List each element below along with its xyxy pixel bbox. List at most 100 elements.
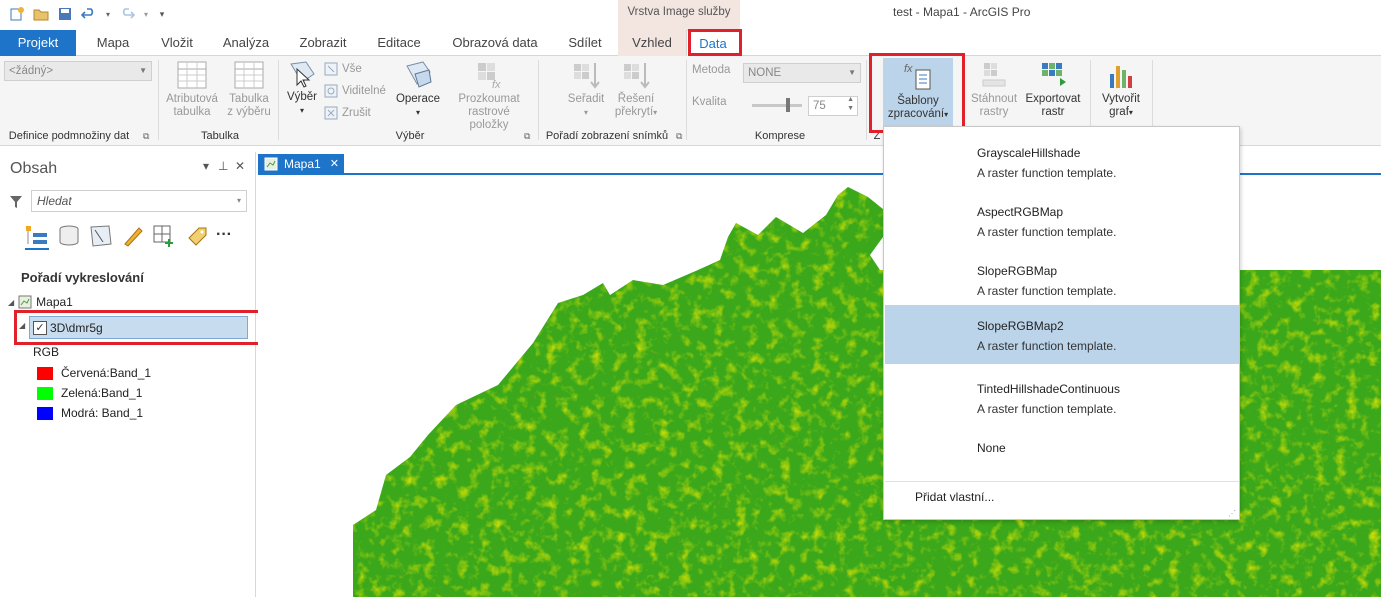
select-cursor-icon <box>290 61 315 88</box>
sort-button[interactable]: Seřadit ▾ <box>562 60 610 119</box>
close-icon[interactable]: ✕ <box>235 159 245 173</box>
attribute-table-button[interactable]: Atributová tabulka <box>162 60 222 119</box>
collapse-triangle-icon[interactable]: ◢ <box>19 321 25 330</box>
legend-item-blue: Modrá: Band_1 <box>37 406 143 420</box>
more-options-icon[interactable]: ··· <box>216 226 232 244</box>
chevron-down-icon: ▼ <box>139 66 147 75</box>
download-rasters-button[interactable]: Stáhnout rastry <box>966 60 1022 119</box>
layer-name: 3D\dmr5g <box>50 321 103 335</box>
layer-row-selected[interactable]: ✓ 3D\dmr5g <box>29 316 248 339</box>
tab-mapa[interactable]: Mapa <box>83 30 143 56</box>
open-project-icon[interactable] <box>32 5 50 23</box>
explore-raster-icon: fx <box>478 63 501 90</box>
template-item-grayscalehillshade[interactable]: GrayscaleHillshade A raster function tem… <box>885 132 1239 191</box>
map-icon <box>18 295 32 309</box>
filter-icon[interactable] <box>9 195 23 209</box>
save-project-icon[interactable] <box>56 5 74 23</box>
download-label-1: Stáhnout <box>970 93 1018 105</box>
map-view-tab[interactable]: Mapa1 ✕ <box>258 154 344 174</box>
legend-label: Zelená:Band_1 <box>61 386 143 400</box>
redo-icon[interactable] <box>118 5 136 23</box>
search-input[interactable]: Hledat ▾ <box>31 190 247 212</box>
group-separator <box>158 60 159 140</box>
chevron-down-icon: ▾ <box>415 108 420 117</box>
tab-vzhled[interactable]: Vzhled <box>618 30 686 56</box>
add-custom-template-item[interactable]: Přidat vlastní... <box>915 490 994 504</box>
method-label: Metoda <box>692 64 731 76</box>
tab-projekt[interactable]: Projekt <box>0 30 76 56</box>
operations-button[interactable]: Operace ▾ <box>394 60 442 119</box>
drawing-order-icon[interactable] <box>25 224 49 248</box>
method-value: NONE <box>748 67 782 79</box>
tab-zobrazit[interactable]: Zobrazit <box>290 30 356 56</box>
undo-icon[interactable] <box>80 5 98 23</box>
new-project-icon[interactable] <box>8 5 26 23</box>
template-description: A raster function template. <box>977 225 1117 239</box>
legend-swatch <box>37 386 53 400</box>
template-item-sloperbgmap[interactable]: SlopeRGBMap A raster function template. <box>885 250 1239 309</box>
sort-label: Seřadit <box>567 93 605 105</box>
layer-visibility-checkbox[interactable]: ✓ <box>33 321 47 335</box>
editing-icon[interactable] <box>121 224 145 248</box>
template-name: SlopeRGBMap2 <box>977 319 1064 333</box>
tab-obrazova-data[interactable]: Obrazová data <box>444 30 546 56</box>
tab-analyza[interactable]: Analýza <box>213 30 279 56</box>
map-node[interactable]: ◢ Mapa1 <box>8 295 73 309</box>
undo-dropdown-icon[interactable]: ▾ <box>104 5 112 23</box>
template-name: GrayscaleHillshade <box>977 146 1081 160</box>
clear-selection-button[interactable]: Zrušit <box>324 106 371 120</box>
collapse-triangle-icon[interactable]: ◢ <box>8 298 14 307</box>
pane-menu-icon[interactable]: ▾ <box>203 159 209 173</box>
spinner-arrows-icon[interactable]: ▲ ▼ <box>847 95 854 113</box>
select-all-button[interactable]: Vše <box>324 62 362 76</box>
sort-icon <box>574 63 600 89</box>
tab-data[interactable]: Data <box>686 30 740 56</box>
template-item-tintedhillshadecontinuous[interactable]: TintedHillshadeContinuous A raster funct… <box>885 368 1239 427</box>
pin-icon[interactable]: ⊥ <box>218 159 228 173</box>
snapping-icon[interactable] <box>152 224 176 248</box>
quality-spinner[interactable]: 75 ▲ ▼ <box>808 96 858 116</box>
close-icon[interactable]: ✕ <box>330 154 339 174</box>
explore-raster-items-button[interactable]: fx Prozkoumat rastrové položky <box>448 60 530 132</box>
tab-editace[interactable]: Editace <box>366 30 432 56</box>
layer-node[interactable]: ◢ ✓ 3D\dmr5g <box>19 316 248 340</box>
slider-thumb[interactable] <box>786 98 790 112</box>
template-item-aspectrgbmap[interactable]: AspectRGBMap A raster function template. <box>885 191 1239 250</box>
select-visible-button[interactable]: Viditelné <box>324 84 386 98</box>
template-item-sloperbgmap2[interactable]: SlopeRGBMap2 A raster function template. <box>885 305 1239 364</box>
attr-table-label-2: tabulka <box>173 106 211 118</box>
templates-label-1: Šablony <box>897 95 939 107</box>
dialog-launcher-icon[interactable]: ⧉ <box>143 131 149 142</box>
dialog-launcher-icon[interactable]: ⧉ <box>676 131 682 142</box>
resolve-overlap-button[interactable]: Řešení překrytí▾ <box>612 60 660 119</box>
resolve-overlap-icon <box>624 63 650 89</box>
method-combo[interactable]: NONE ▼ <box>743 63 861 83</box>
definition-query-combo[interactable]: <žádný> ▼ <box>4 61 152 81</box>
redo-dropdown-icon[interactable]: ▾ <box>142 5 150 23</box>
legend-label: Červená:Band_1 <box>61 366 152 380</box>
select-button[interactable]: Výběr ▾ <box>284 60 320 117</box>
quality-slider[interactable] <box>752 98 802 112</box>
customize-qat-icon[interactable]: ▾ <box>156 5 168 23</box>
dialog-launcher-icon[interactable]: ⧉ <box>524 131 530 142</box>
create-chart-button[interactable]: Vytvořit graf▾ <box>1094 60 1148 119</box>
tab-vlozit[interactable]: Vložit <box>147 30 207 56</box>
data-source-icon[interactable] <box>57 224 81 248</box>
explore-label-1: Prozkoumat <box>458 93 520 105</box>
templates-label-2: zpracování <box>887 108 945 120</box>
chevron-down-icon[interactable]: ▾ <box>237 191 241 211</box>
selection-table-button[interactable]: Tabulka z výběru <box>224 60 274 119</box>
select-all-label: Vše <box>342 63 362 75</box>
selection-icon[interactable] <box>89 224 113 248</box>
processing-templates-button[interactable]: fx Šablony zpracování▾ <box>883 58 953 130</box>
group-label-partial: Z <box>873 130 881 142</box>
template-name: None <box>977 441 1006 455</box>
tab-sdilet[interactable]: Sdílet <box>556 30 614 56</box>
chevron-down-icon: ▾ <box>944 110 949 119</box>
export-raster-button[interactable]: Exportovat rastr <box>1022 60 1084 119</box>
resize-grip-icon[interactable]: ⋰ <box>1228 509 1236 518</box>
labeling-icon[interactable] <box>185 224 209 248</box>
legend-swatch <box>37 366 53 380</box>
template-item-none[interactable]: None <box>885 427 1239 467</box>
group-separator <box>686 60 687 140</box>
